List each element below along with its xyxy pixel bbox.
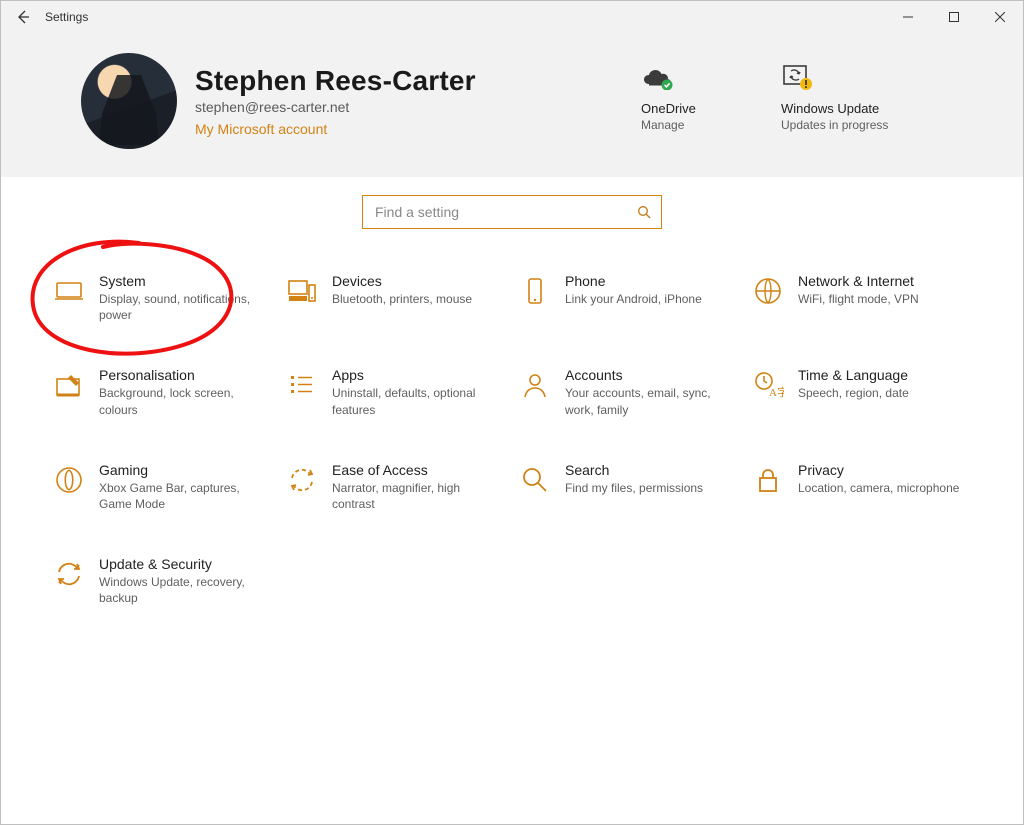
- accounts-icon: [517, 367, 553, 403]
- category-desc: Windows Update, recovery, backup: [99, 574, 264, 606]
- onedrive-label: OneDrive: [641, 101, 696, 116]
- category-privacy[interactable]: Privacy Location, camera, microphone: [750, 462, 973, 512]
- search-category-icon: [517, 462, 553, 498]
- category-title: System: [99, 273, 264, 289]
- category-desc: Your accounts, email, sync, work, family: [565, 385, 730, 417]
- profile[interactable]: Stephen Rees-Carter stephen@rees-carter.…: [81, 53, 476, 149]
- category-title: Accounts: [565, 367, 730, 383]
- close-button[interactable]: [977, 1, 1023, 33]
- category-title: Gaming: [99, 462, 264, 478]
- windows-update-label: Windows Update: [781, 101, 888, 116]
- globe-icon: [750, 273, 786, 309]
- category-title: Update & Security: [99, 556, 264, 572]
- category-title: Personalisation: [99, 367, 264, 383]
- svg-text:A字: A字: [769, 385, 784, 399]
- category-phone[interactable]: Phone Link your Android, iPhone: [517, 273, 740, 323]
- search-icon: [637, 205, 651, 219]
- maximize-icon: [949, 12, 959, 22]
- search-wrap: [1, 195, 1023, 229]
- back-button[interactable]: [1, 9, 45, 25]
- search-box[interactable]: [362, 195, 662, 229]
- category-title: Search: [565, 462, 703, 478]
- arrow-left-icon: [15, 9, 31, 25]
- category-title: Phone: [565, 273, 702, 289]
- category-ease-of-access[interactable]: Ease of Access Narrator, magnifier, high…: [284, 462, 507, 512]
- category-update-security[interactable]: Update & Security Windows Update, recove…: [51, 556, 274, 606]
- category-grid: System Display, sound, notifications, po…: [51, 273, 973, 607]
- window-controls: [885, 1, 1023, 33]
- category-desc: Bluetooth, printers, mouse: [332, 291, 472, 307]
- window-title: Settings: [45, 10, 88, 24]
- category-desc: Link your Android, iPhone: [565, 291, 702, 307]
- user-name: Stephen Rees-Carter: [195, 65, 476, 97]
- category-desc: Uninstall, defaults, optional features: [332, 385, 497, 417]
- category-desc: Speech, region, date: [798, 385, 909, 401]
- category-desc: Background, lock screen, colours: [99, 385, 264, 417]
- minimize-icon: [903, 12, 913, 22]
- system-icon: [51, 273, 87, 309]
- gaming-icon: [51, 462, 87, 498]
- category-search[interactable]: Search Find my files, permissions: [517, 462, 740, 512]
- search-input[interactable]: [373, 203, 613, 221]
- update-security-icon: [51, 556, 87, 592]
- category-devices[interactable]: Devices Bluetooth, printers, mouse: [284, 273, 507, 323]
- tile-onedrive[interactable]: OneDrive Manage: [641, 61, 696, 132]
- time-language-icon: A字: [750, 367, 786, 403]
- category-title: Apps: [332, 367, 497, 383]
- avatar: [81, 53, 177, 149]
- windows-update-sub: Updates in progress: [781, 118, 888, 132]
- header: Stephen Rees-Carter stephen@rees-carter.…: [1, 33, 1023, 177]
- onedrive-sub: Manage: [641, 118, 696, 132]
- category-system[interactable]: System Display, sound, notifications, po…: [51, 273, 274, 323]
- minimize-button[interactable]: [885, 1, 931, 33]
- personalisation-icon: [51, 367, 87, 403]
- category-desc: Display, sound, notifications, power: [99, 291, 264, 323]
- category-network[interactable]: Network & Internet WiFi, flight mode, VP…: [750, 273, 973, 323]
- windows-update-icon: [781, 61, 888, 95]
- profile-info: Stephen Rees-Carter stephen@rees-carter.…: [195, 65, 476, 137]
- category-title: Ease of Access: [332, 462, 497, 478]
- ease-of-access-icon: [284, 462, 320, 498]
- apps-icon: [284, 367, 320, 403]
- user-email: stephen@rees-carter.net: [195, 99, 476, 115]
- maximize-button[interactable]: [931, 1, 977, 33]
- category-title: Devices: [332, 273, 472, 289]
- category-accounts[interactable]: Accounts Your accounts, email, sync, wor…: [517, 367, 740, 417]
- category-desc: Xbox Game Bar, captures, Game Mode: [99, 480, 264, 512]
- microsoft-account-link[interactable]: My Microsoft account: [195, 121, 476, 137]
- category-desc: Narrator, magnifier, high contrast: [332, 480, 497, 512]
- close-icon: [995, 12, 1005, 22]
- category-desc: Find my files, permissions: [565, 480, 703, 496]
- lock-icon: [750, 462, 786, 498]
- category-title: Time & Language: [798, 367, 909, 383]
- category-apps[interactable]: Apps Uninstall, defaults, optional featu…: [284, 367, 507, 417]
- devices-icon: [284, 273, 320, 309]
- settings-window: Settings Stephen Rees-Carter stephen@ree…: [0, 0, 1024, 825]
- phone-icon: [517, 273, 553, 309]
- tile-windows-update[interactable]: Windows Update Updates in progress: [781, 61, 888, 132]
- category-desc: WiFi, flight mode, VPN: [798, 291, 919, 307]
- category-desc: Location, camera, microphone: [798, 480, 959, 496]
- category-time-language[interactable]: A字 Time & Language Speech, region, date: [750, 367, 973, 417]
- category-title: Network & Internet: [798, 273, 919, 289]
- onedrive-icon: [641, 61, 696, 95]
- category-title: Privacy: [798, 462, 959, 478]
- category-personalisation[interactable]: Personalisation Background, lock screen,…: [51, 367, 274, 417]
- titlebar: Settings: [1, 1, 1023, 33]
- category-gaming[interactable]: Gaming Xbox Game Bar, captures, Game Mod…: [51, 462, 274, 512]
